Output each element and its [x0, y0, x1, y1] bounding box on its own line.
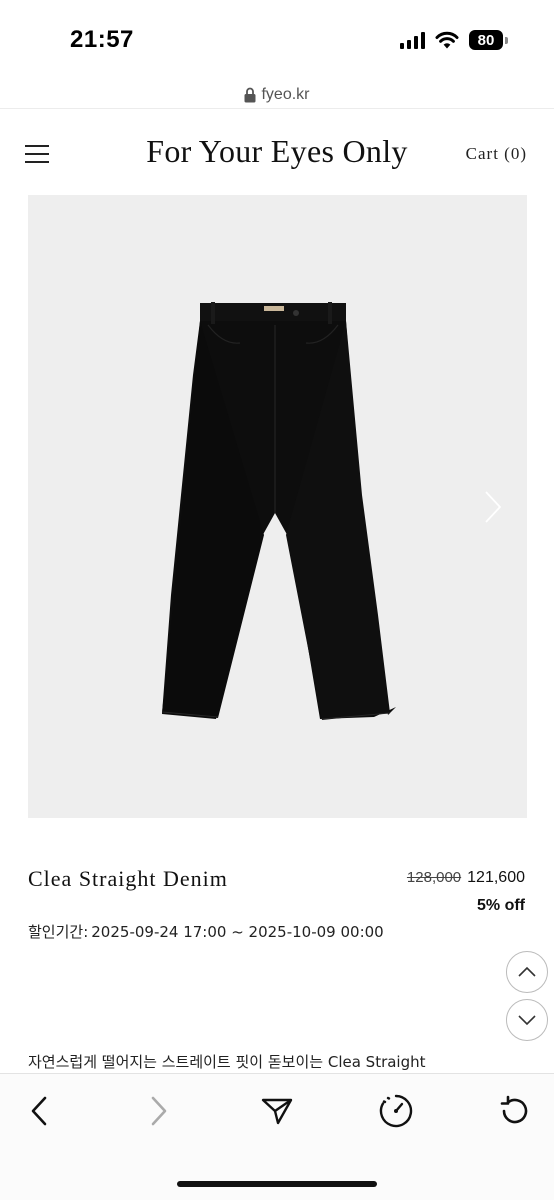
speed-icon — [379, 1094, 413, 1128]
product-name: Clea Straight Denim — [28, 866, 228, 891]
battery-level: 80 — [469, 30, 503, 50]
discount-label: 5% off — [477, 897, 525, 914]
sale-period-value: 2025-09-24 17:00 ~ 2025-10-09 00:00 — [91, 923, 384, 941]
forward-icon — [151, 1096, 167, 1126]
jeans-image — [161, 302, 396, 720]
url-bar[interactable]: fyeo.kr — [0, 82, 554, 108]
next-image-arrow-icon[interactable] — [483, 490, 503, 524]
home-indicator — [177, 1181, 377, 1187]
cart-link[interactable]: Cart (0) — [466, 144, 527, 164]
sale-period: 할인기간: 2025-09-24 17:00 ~ 2025-10-09 00:00 — [28, 921, 384, 942]
speed-button[interactable] — [376, 1091, 416, 1131]
reload-button[interactable] — [494, 1091, 534, 1131]
sale-period-label: 할인기간: — [28, 923, 89, 941]
site-header: For Your Eyes Only Cart (0) — [0, 115, 554, 193]
url-divider — [0, 108, 554, 109]
reload-icon — [500, 1095, 528, 1124]
status-time: 21:57 — [70, 26, 134, 53]
signal-icon — [400, 31, 425, 49]
status-icons: 80 — [400, 30, 508, 50]
lock-icon — [244, 87, 256, 103]
back-icon — [31, 1096, 47, 1126]
product-description: 자연스럽게 떨어지는 스트레이트 핏이 돋보이는 Clea Straight — [28, 1053, 426, 1071]
url-text: fyeo.kr — [261, 86, 310, 103]
original-price: 128,000 — [406, 869, 462, 886]
sale-price: 121,600 — [467, 869, 525, 886]
chevron-down-icon — [518, 1015, 536, 1026]
product-image[interactable] — [28, 195, 527, 818]
forward-button[interactable] — [139, 1091, 179, 1131]
wifi-icon — [435, 31, 459, 49]
price-row: 128,000 121,600 — [407, 869, 525, 887]
share-icon — [261, 1098, 293, 1125]
scroll-down-button[interactable] — [506, 999, 548, 1041]
battery-icon: 80 — [469, 30, 508, 50]
back-button[interactable] — [19, 1091, 59, 1131]
scroll-up-button[interactable] — [506, 951, 548, 993]
chevron-up-icon — [518, 966, 536, 977]
status-bar: 21:57 80 — [0, 0, 554, 80]
share-button[interactable] — [257, 1091, 297, 1131]
